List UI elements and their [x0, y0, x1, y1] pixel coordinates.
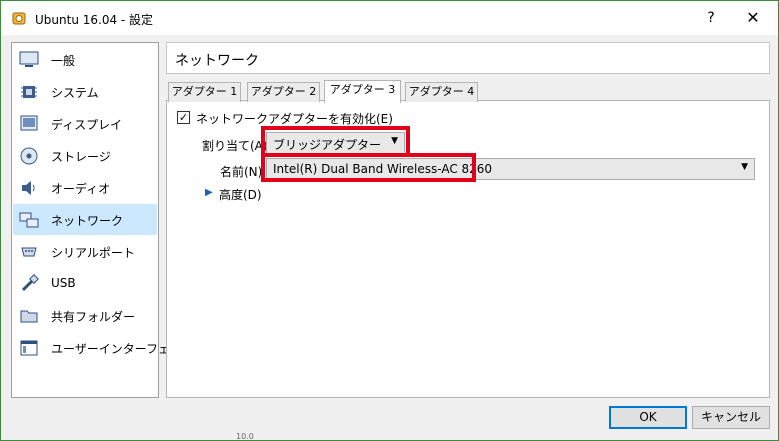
tab-adapter-2[interactable]: アダプター 2 [247, 82, 320, 102]
title-bar[interactable]: Ubuntu 16.04 - 設定 ? ✕ [1, 1, 778, 35]
adapter-name-value: Intel(R) Dual Band Wireless-AC 8260 [273, 162, 493, 176]
sidebar-item-label: 一般 [51, 54, 76, 68]
speaker-icon [22, 181, 35, 195]
sidebar-item-network[interactable]: ネットワーク [13, 204, 157, 235]
chevron-down-icon: ▼ [741, 162, 748, 172]
display-icon [20, 115, 38, 131]
enable-adapter-label: ネットワークアダプターを有効化(E) [196, 112, 393, 126]
background-fragment-text: 10.0 [236, 432, 254, 441]
ok-button[interactable]: OK [609, 406, 687, 429]
sidebar-item-storage[interactable]: ストレージ [13, 140, 157, 171]
sidebar-item-label: ディスプレイ [51, 118, 123, 132]
tab-adapter-4[interactable]: アダプター 4 [405, 82, 478, 102]
section-header: ネットワーク [166, 42, 770, 74]
expand-arrow-icon[interactable]: ▶ [205, 187, 213, 198]
chevron-down-icon: ▼ [391, 136, 398, 146]
sidebar-item-label: ストレージ [51, 150, 111, 164]
attached-to-label: 割り当て(A): [202, 139, 272, 153]
sidebar-item-user-interface[interactable]: ユーザーインターフェース [13, 332, 193, 363]
sidebar-item-label: オーディオ [51, 182, 111, 196]
help-button[interactable]: ? [691, 5, 731, 31]
folder-icon [20, 310, 38, 323]
attached-to-select[interactable]: ブリッジアダプター ▼ [266, 132, 405, 154]
sidebar-item-display[interactable]: ディスプレイ [13, 108, 157, 139]
virtualbox-icon [12, 12, 26, 25]
window-icon [20, 340, 38, 356]
advanced-expander[interactable]: 高度(D) [219, 186, 262, 203]
cancel-button[interactable]: キャンセル [692, 406, 770, 429]
usb-icon [21, 274, 39, 292]
disk-icon [20, 147, 38, 165]
sidebar-item-serial-port[interactable]: シリアルポート [13, 236, 157, 267]
network-icon [19, 212, 39, 228]
settings-sidebar: 一般 システム ディスプレイ ストレージ オーディオ ネットワーク シリアルポー… [11, 42, 193, 398]
sidebar-item-label: シリアルポート [51, 246, 135, 260]
sidebar-item-system[interactable]: システム [13, 76, 157, 107]
sidebar-item-usb[interactable]: USB [13, 268, 157, 299]
sidebar-item-label: ネットワーク [51, 214, 124, 228]
window-title: Ubuntu 16.04 - 設定 [35, 13, 154, 27]
tab-adapter-3[interactable]: アダプター 3 [324, 80, 401, 103]
chip-icon [21, 86, 37, 98]
attached-to-value: ブリッジアダプター [273, 138, 382, 152]
close-button[interactable]: ✕ [731, 5, 775, 31]
page-title: ネットワーク [175, 53, 259, 69]
sidebar-item-label: USB [51, 276, 76, 290]
serial-port-icon [21, 247, 37, 257]
sidebar-item-general[interactable]: 一般 [13, 44, 157, 75]
sidebar-item-label: 共有フォルダー [51, 310, 136, 324]
tab-adapter-1[interactable]: アダプター 1 [168, 82, 241, 102]
adapter-name-select[interactable]: Intel(R) Dual Band Wireless-AC 8260 ▼ [266, 158, 755, 180]
monitor-icon [19, 51, 39, 67]
sidebar-item-audio[interactable]: オーディオ [13, 172, 157, 203]
adapter-name-label: 名前(N): [220, 165, 267, 179]
sidebar-item-label: システム [51, 86, 99, 100]
sidebar-item-shared-folders[interactable]: 共有フォルダー [13, 300, 157, 331]
enable-adapter-checkbox[interactable]: ✓ [177, 111, 190, 124]
